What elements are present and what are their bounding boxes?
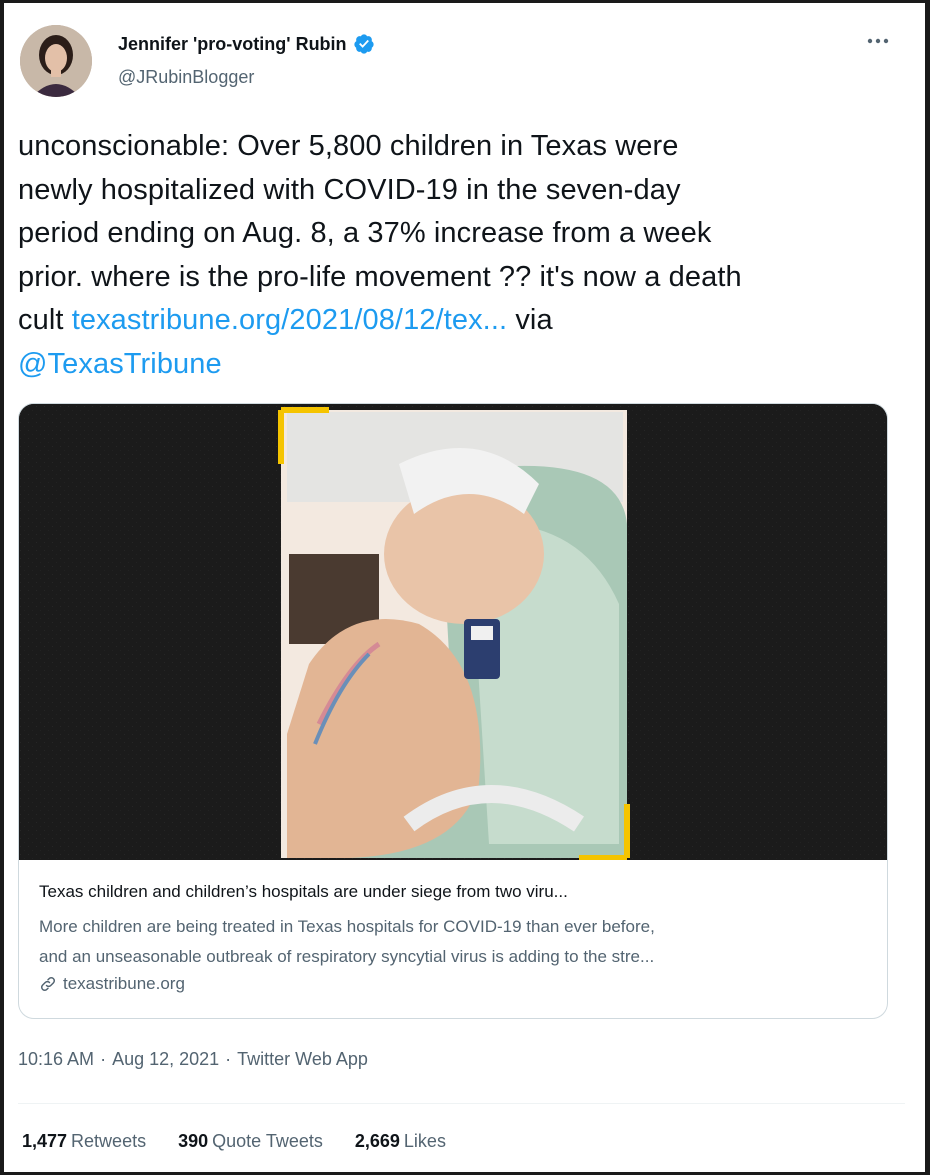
card-title[interactable]: Texas children and children’s hospitals …: [39, 882, 869, 902]
link-preview-card[interactable]: Texas children and children’s hospitals …: [18, 403, 888, 1019]
card-description-line: More children are being treated in Texas…: [39, 917, 655, 936]
meta-separator: ·: [225, 1049, 232, 1069]
tweet-container: Jennifer 'pro-voting' Rubin @JRubinBlogg…: [4, 3, 925, 1172]
likes-stat[interactable]: 2,669 Likes: [355, 1131, 446, 1152]
tweet-header: Jennifer 'pro-voting' Rubin @JRubinBlogg…: [18, 25, 905, 105]
tweet-text-line: cult texastribune.org/2021/08/12/tex... …: [18, 299, 898, 343]
card-image[interactable]: [19, 404, 887, 861]
retweets-count: 1,477: [22, 1131, 68, 1151]
tweet-metadata: 10:16 AM · Aug 12, 2021 · Twitter Web Ap…: [18, 1049, 368, 1070]
likes-label: Likes: [403, 1131, 446, 1151]
tweet-text: unconscionable: Over 5,800 children in T…: [18, 125, 898, 387]
card-domain: texastribune.org: [39, 974, 185, 994]
quote-tweets-label: Quote Tweets: [212, 1131, 323, 1151]
divider: [18, 1103, 905, 1104]
likes-count: 2,669: [354, 1131, 400, 1151]
tweet-time[interactable]: 10:16 AM: [18, 1049, 94, 1070]
tweet-text-line: @TexasTribune: [18, 343, 898, 387]
retweets-label: Retweets: [71, 1131, 147, 1151]
engagement-stats: 1,477 Retweets 390 Quote Tweets 2,669 Likes: [22, 1131, 446, 1152]
author-handle[interactable]: @JRubinBlogger: [118, 67, 254, 88]
tweet-text-segment: via: [507, 304, 553, 337]
verified-badge-icon: [353, 34, 374, 54]
more-options-icon[interactable]: [865, 31, 891, 51]
card-description-line: and an unseasonable outbreak of respirat…: [39, 947, 655, 966]
mention-link[interactable]: @TexasTribune: [18, 348, 222, 380]
tweet-date[interactable]: Aug 12, 2021: [112, 1049, 219, 1070]
tweet-text-line: period ending on Aug. 8, a 37% increase …: [18, 217, 712, 250]
card-domain-label: texastribune.org: [63, 974, 185, 993]
author-name[interactable]: Jennifer 'pro-voting' Rubin: [118, 34, 347, 55]
tweet-text-segment: cult: [18, 304, 72, 337]
tweet-text-line: prior. where is the pro-life movement ??…: [18, 260, 742, 293]
link-icon: [40, 976, 56, 992]
tweet-source[interactable]: Twitter Web App: [237, 1049, 368, 1070]
retweets-stat[interactable]: 1,477 Retweets: [22, 1131, 146, 1152]
tweet-text-line: newly hospitalized with COVID-19 in the …: [18, 173, 681, 206]
tweet-text-line: unconscionable: Over 5,800 children in T…: [18, 130, 679, 162]
tweet-url-link[interactable]: texastribune.org/2021/08/12/tex...: [72, 304, 507, 336]
avatar[interactable]: [20, 25, 92, 97]
author-name-row[interactable]: Jennifer 'pro-voting' Rubin: [118, 33, 375, 55]
card-description: More children are being treated in Texas…: [39, 912, 869, 972]
quote-tweets-count: 390: [178, 1131, 209, 1151]
meta-separator: ·: [100, 1049, 107, 1069]
quote-tweets-stat[interactable]: 390 Quote Tweets: [178, 1131, 323, 1152]
